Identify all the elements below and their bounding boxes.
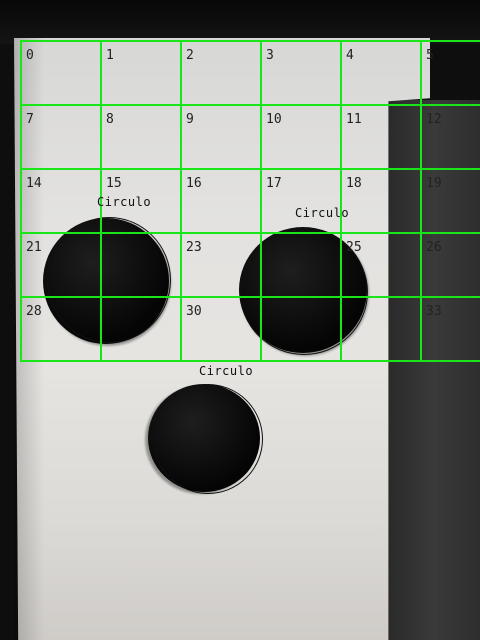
grid-index-label: 21	[26, 240, 42, 255]
grid-index-label: 4	[346, 48, 354, 63]
grid-index-label: 17	[266, 176, 282, 191]
grid-index-label: 15	[106, 176, 122, 191]
grid-index-label: 14	[26, 176, 42, 191]
grid-index-label: 26	[426, 240, 442, 255]
grid-index-label: 33	[426, 304, 442, 319]
grid-index-label: 5	[426, 48, 434, 63]
grid-index-label: 7	[26, 112, 34, 127]
grid-index-label: 19	[426, 176, 442, 191]
grid-index-label: 10	[266, 112, 282, 127]
grid-index-label: 12	[426, 112, 442, 127]
grid-index-label: 30	[186, 304, 202, 319]
grid-cell	[340, 296, 422, 362]
grid-index-label: 25	[346, 240, 362, 255]
grid-index-label: 18	[346, 176, 362, 191]
circle-2-label: Circulo	[295, 206, 350, 220]
grid-cell	[100, 232, 182, 298]
grid-index-label: 28	[26, 304, 42, 319]
grid-index-label: 11	[346, 112, 362, 127]
grid-index-label: 8	[106, 112, 114, 127]
circle-3-contour	[153, 384, 263, 494]
grid-index-label: 0	[26, 48, 34, 63]
grid-index-label: 16	[186, 176, 202, 191]
camera-frame: 0 1 2 3 4 5 7 8 9 10 11 12 14 15 16 17 18 19 21 23 25 26 28 30 3…	[0, 0, 480, 640]
grid-cell	[100, 296, 182, 362]
grid-index-label: 3	[266, 48, 274, 63]
circle-1-label: Circulo	[97, 195, 152, 209]
grid-index-label: 2	[186, 48, 194, 63]
grid-cell	[260, 232, 342, 298]
grid-cell	[260, 296, 342, 362]
grid-index-label: 1	[106, 48, 114, 63]
grid-index-label: 9	[186, 112, 194, 127]
grid-index-label: 23	[186, 240, 202, 255]
circle-3-label: Circulo	[199, 364, 254, 378]
top-shadow	[0, 0, 480, 44]
